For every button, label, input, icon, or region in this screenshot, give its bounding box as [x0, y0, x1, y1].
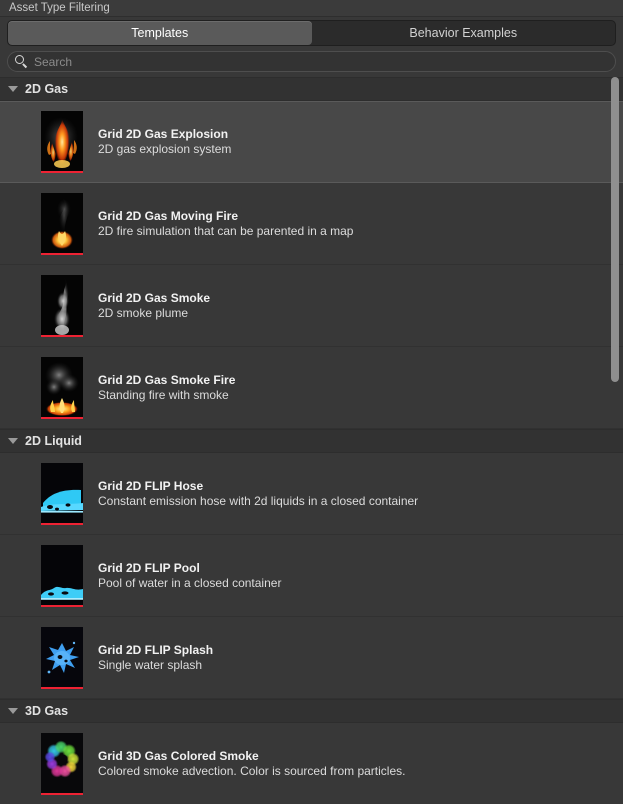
asset-thumbnail: [41, 627, 83, 689]
thumbnail-accent-bar: [41, 253, 83, 255]
list-item[interactable]: Grid 2D Gas Smoke2D smoke plume: [0, 265, 623, 347]
asset-title: Grid 2D FLIP Hose: [98, 479, 418, 494]
asset-text-block: Grid 2D Gas Smoke2D smoke plume: [98, 291, 210, 321]
thumbnail-accent-bar: [41, 687, 83, 689]
section-title: 2D Liquid: [25, 434, 82, 448]
tab-behavior-examples[interactable]: Behavior Examples: [312, 21, 616, 45]
section-header-2d-liquid[interactable]: 2D Liquid: [0, 429, 623, 453]
section-title: 3D Gas: [25, 704, 68, 718]
list-item[interactable]: Grid 2D FLIP SplashSingle water splash: [0, 617, 623, 699]
asset-description: Pool of water in a closed container: [98, 576, 281, 591]
list-item[interactable]: Grid 2D Gas Moving Fire2D fire simulatio…: [0, 183, 623, 265]
search-input[interactable]: [34, 55, 615, 69]
asset-description: Colored smoke advection. Color is source…: [98, 764, 405, 779]
thumbnail-accent-bar: [41, 417, 83, 419]
tab-label: Behavior Examples: [409, 26, 517, 40]
asset-type-tabs[interactable]: Templates Behavior Examples: [7, 20, 616, 46]
window-title: Asset Type Filtering: [0, 0, 623, 17]
list-item[interactable]: Grid 2D Gas Explosion2D gas explosion sy…: [0, 101, 623, 183]
asset-description: 2D fire simulation that can be parented …: [98, 224, 353, 239]
asset-thumbnail: [41, 545, 83, 607]
asset-text-block: Grid 2D FLIP HoseConstant emission hose …: [98, 479, 418, 509]
asset-text-block: Grid 2D Gas Smoke FireStanding fire with…: [98, 373, 235, 403]
section-title: 2D Gas: [25, 82, 68, 96]
asset-thumbnail: [41, 111, 83, 173]
asset-text-block: Grid 2D Gas Moving Fire2D fire simulatio…: [98, 209, 353, 239]
asset-title: Grid 2D Gas Explosion: [98, 127, 231, 142]
tab-label: Templates: [131, 26, 188, 40]
asset-list-area: 2D Gas Grid 2D Gas Explosion2D gas explos…: [0, 77, 623, 804]
asset-text-block: Grid 3D Gas Colored SmokeColored smoke a…: [98, 749, 405, 779]
section-header-2d-gas[interactable]: 2D Gas: [0, 77, 623, 101]
thumbnail-accent-bar: [41, 171, 83, 173]
asset-description: 2D smoke plume: [98, 306, 210, 321]
asset-text-block: Grid 2D FLIP SplashSingle water splash: [98, 643, 213, 673]
chevron-down-icon[interactable]: [8, 438, 18, 444]
scrollbar-track[interactable]: [610, 77, 621, 804]
asset-description: Standing fire with smoke: [98, 388, 235, 403]
asset-text-block: Grid 2D FLIP PoolPool of water in a clos…: [98, 561, 281, 591]
asset-list[interactable]: 2D Gas Grid 2D Gas Explosion2D gas explos…: [0, 77, 623, 804]
asset-title: Grid 3D Gas Colored Smoke: [98, 749, 405, 764]
asset-thumbnail: [41, 733, 83, 795]
scrollbar-thumb[interactable]: [611, 77, 619, 382]
asset-description: Constant emission hose with 2d liquids i…: [98, 494, 418, 509]
list-item[interactable]: Grid 3D Gas Colored SmokeColored smoke a…: [0, 723, 623, 804]
list-item[interactable]: Grid 2D FLIP HoseConstant emission hose …: [0, 453, 623, 535]
list-item[interactable]: Grid 2D Gas Smoke FireStanding fire with…: [0, 347, 623, 429]
asset-thumbnail: [41, 357, 83, 419]
thumbnail-accent-bar: [41, 793, 83, 795]
asset-text-block: Grid 2D Gas Explosion2D gas explosion sy…: [98, 127, 231, 157]
asset-title: Grid 2D Gas Smoke Fire: [98, 373, 235, 388]
asset-thumbnail: [41, 193, 83, 255]
asset-title: Grid 2D FLIP Pool: [98, 561, 281, 576]
chevron-down-icon[interactable]: [8, 86, 18, 92]
section-header-3d-gas[interactable]: 3D Gas: [0, 699, 623, 723]
asset-title: Grid 2D FLIP Splash: [98, 643, 213, 658]
search-row: [0, 46, 623, 77]
asset-browser-window: Asset Type Filtering Templates Behavior E…: [0, 0, 623, 804]
asset-title: Grid 2D Gas Moving Fire: [98, 209, 353, 224]
search-box[interactable]: [7, 51, 616, 72]
search-icon: [15, 55, 28, 68]
asset-thumbnail: [41, 275, 83, 337]
thumbnail-accent-bar: [41, 605, 83, 607]
asset-description: Single water splash: [98, 658, 213, 673]
tab-templates[interactable]: Templates: [8, 21, 312, 45]
list-item[interactable]: Grid 2D FLIP PoolPool of water in a clos…: [0, 535, 623, 617]
thumbnail-accent-bar: [41, 523, 83, 525]
asset-thumbnail: [41, 463, 83, 525]
asset-description: 2D gas explosion system: [98, 142, 231, 157]
chevron-down-icon[interactable]: [8, 708, 18, 714]
asset-title: Grid 2D Gas Smoke: [98, 291, 210, 306]
thumbnail-accent-bar: [41, 335, 83, 337]
